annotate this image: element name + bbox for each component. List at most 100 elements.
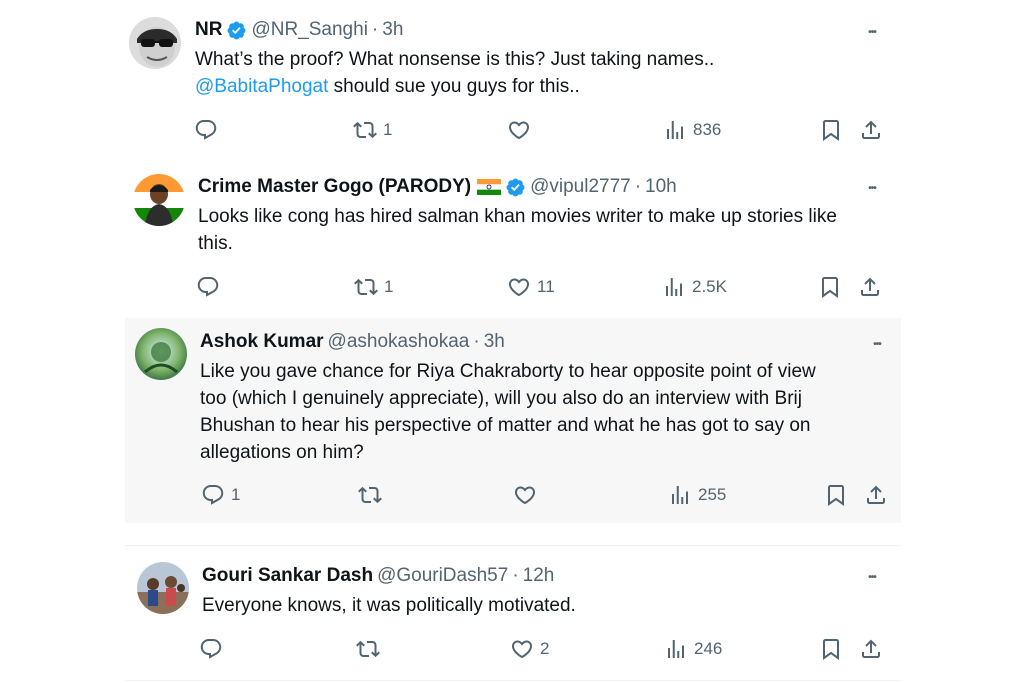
tweet-text-span: should sue you guys for this..	[328, 76, 580, 97]
more-options-button[interactable]: •••	[865, 332, 889, 356]
share-button[interactable]	[858, 274, 882, 300]
share-button[interactable]	[864, 482, 888, 508]
share-icon	[858, 275, 882, 299]
bookmark-icon	[819, 637, 843, 661]
avatar-image	[135, 328, 187, 380]
repost-icon	[354, 275, 378, 299]
bookmark-icon	[818, 275, 842, 299]
share-button[interactable]	[859, 636, 883, 662]
tweet-text-line: @BabitaPhogat should sue you guys for th…	[195, 73, 885, 100]
views-icon	[663, 118, 687, 142]
avatar[interactable]	[135, 328, 187, 380]
tweet-header: Ashok Kumar @ashokashokaa · 3h	[200, 330, 505, 354]
avatar-image	[129, 17, 181, 69]
reply-button[interactable]	[194, 117, 224, 143]
display-name[interactable]: Ashok Kumar	[200, 330, 324, 354]
tweet-text-line: Everyone knows, it was politically motiv…	[202, 595, 576, 616]
views-icon	[662, 275, 686, 299]
avatar[interactable]	[133, 174, 185, 226]
like-button[interactable]: 2	[510, 636, 549, 662]
tweet-nr[interactable]: NR @NR_Sanghi · 3h ••• What’s the proof?…	[125, 0, 901, 160]
india-flag-icon	[477, 179, 502, 195]
timestamp[interactable]: 3h	[484, 330, 505, 354]
verified-badge-icon	[505, 177, 526, 198]
tweet-text: What’s the proof? What nonsense is this?…	[195, 46, 885, 100]
reply-count: 1	[231, 485, 241, 504]
more-options-button[interactable]: •••	[860, 565, 884, 589]
views-button[interactable]: 246	[664, 636, 722, 662]
more-icon: •••	[868, 26, 876, 38]
reply-icon	[194, 118, 218, 142]
tweet-header: Gouri Sankar Dash @GouriDash57 · 12h	[202, 564, 554, 588]
bookmark-icon	[819, 118, 843, 142]
tweet-text-line: this.	[198, 233, 233, 254]
repost-button[interactable]	[356, 636, 386, 662]
like-count: 11	[537, 277, 555, 296]
repost-button[interactable]: 1	[353, 117, 392, 143]
bookmark-button[interactable]	[824, 482, 848, 508]
timestamp[interactable]: 3h	[382, 18, 403, 42]
separator-dot: ·	[512, 565, 519, 586]
bookmark-button[interactable]	[819, 636, 843, 662]
display-name[interactable]: Crime Master Gogo (PARODY)	[198, 175, 471, 199]
more-options-button[interactable]: •••	[860, 20, 884, 44]
tweet-text-line: What’s the proof? What nonsense is this?…	[195, 49, 715, 70]
bookmark-button[interactable]	[818, 274, 842, 300]
repost-button[interactable]: 1	[354, 274, 393, 300]
share-button[interactable]	[859, 117, 883, 143]
tweet-text-line: too (which I genuinely appreciate), will…	[200, 388, 802, 409]
tweet-text: Like you gave chance for Riya Chakrabort…	[200, 358, 890, 466]
views-button[interactable]: 2.5K	[662, 274, 727, 300]
reply-button[interactable]	[196, 274, 226, 300]
view-count: 2.5K	[692, 277, 727, 296]
display-name[interactable]: NR	[195, 18, 222, 42]
view-count: 246	[694, 639, 723, 658]
reply-icon	[196, 275, 220, 299]
tweet-text: Everyone knows, it was politically motiv…	[202, 592, 892, 619]
avatar[interactable]	[137, 562, 189, 614]
tweet-ashok-kumar[interactable]: Ashok Kumar @ashokashokaa · 3h ••• Like …	[125, 318, 901, 523]
bookmark-button[interactable]	[819, 117, 843, 143]
user-handle[interactable]: @GouriDash57	[377, 564, 508, 588]
bookmark-icon	[824, 483, 848, 507]
like-button[interactable]	[507, 117, 537, 143]
repost-count: 1	[383, 120, 393, 139]
tweet-text-line: Like you gave chance for Riya Chakrabort…	[200, 361, 816, 382]
like-button[interactable]: 11	[507, 274, 555, 300]
user-handle[interactable]: @ashokashokaa	[328, 330, 470, 354]
tweet-gouri-sankar-dash[interactable]: Gouri Sankar Dash @GouriDash57 · 12h •••…	[125, 546, 901, 683]
tweet-text-line: Bhushan to hear his perspective of matte…	[200, 415, 811, 436]
view-count: 836	[693, 120, 722, 139]
repost-icon	[356, 637, 380, 661]
reply-button[interactable]	[199, 636, 229, 662]
share-icon	[864, 483, 888, 507]
user-handle[interactable]: @vipul2777	[530, 175, 631, 199]
views-button[interactable]: 255	[668, 482, 726, 508]
view-count: 255	[698, 485, 727, 504]
verified-badge-icon	[226, 20, 247, 41]
timestamp[interactable]: 12h	[523, 564, 555, 588]
tweet-text: Looks like cong has hired salman khan mo…	[198, 203, 898, 257]
like-icon	[507, 118, 531, 142]
like-button[interactable]	[513, 482, 543, 508]
more-icon: •••	[868, 571, 876, 583]
more-icon: •••	[868, 182, 876, 194]
mention-link[interactable]: @BabitaPhogat	[195, 76, 328, 97]
reply-button[interactable]: 1	[201, 482, 240, 508]
like-icon	[507, 275, 531, 299]
divider	[125, 680, 901, 681]
reply-icon	[201, 483, 225, 507]
avatar-image	[137, 562, 189, 614]
timestamp[interactable]: 10h	[645, 175, 677, 199]
reply-icon	[199, 637, 223, 661]
views-button[interactable]: 836	[663, 117, 721, 143]
avatar-image	[133, 174, 185, 226]
like-count: 2	[540, 639, 550, 658]
avatar[interactable]	[129, 17, 181, 69]
more-options-button[interactable]: •••	[860, 176, 884, 200]
tweet-crime-master-gogo[interactable]: Crime Master Gogo (PARODY) @vipul2777 · …	[125, 160, 901, 318]
repost-icon	[353, 118, 377, 142]
user-handle[interactable]: @NR_Sanghi	[251, 18, 367, 42]
repost-button[interactable]	[358, 482, 388, 508]
display-name[interactable]: Gouri Sankar Dash	[202, 564, 373, 588]
